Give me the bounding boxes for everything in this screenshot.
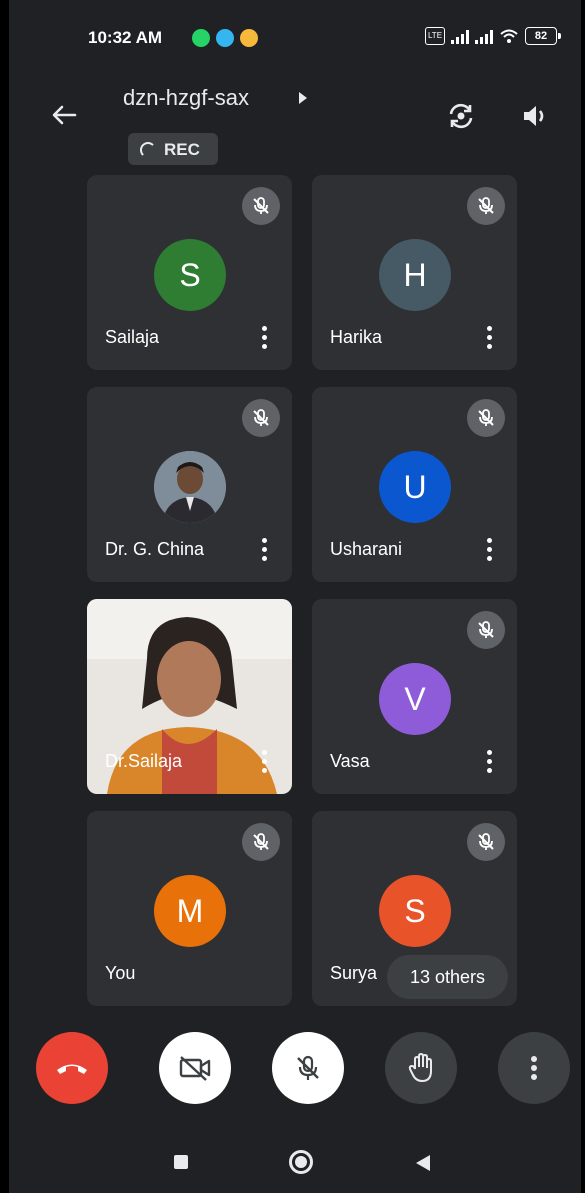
speaker-icon[interactable] (519, 100, 551, 132)
recording-badge: REC (128, 133, 218, 165)
mic-off-icon (242, 187, 280, 225)
participant-tile[interactable]: V Vasa (312, 599, 517, 794)
participant-name: Sailaja (105, 327, 160, 347)
more-options-button[interactable] (498, 1032, 570, 1104)
participant-name: You (105, 963, 136, 983)
participant-tile[interactable]: U Usharani (312, 387, 517, 582)
back-nav-button[interactable] (416, 1155, 430, 1171)
participant-photo (154, 451, 226, 523)
camera-toggle-button[interactable] (159, 1032, 231, 1104)
recording-label: REC (164, 140, 200, 159)
participant-tile[interactable]: Dr. G. China (87, 387, 292, 582)
participant-avatar: S (154, 239, 226, 311)
volte-icon: LTE (425, 27, 445, 45)
participant-avatar: M (154, 875, 226, 947)
wifi-icon (500, 29, 518, 43)
mic-off-icon (467, 399, 505, 437)
mic-off-icon (467, 611, 505, 649)
battery-icon: 82 (525, 27, 561, 45)
status-time: 10:32 AM (88, 28, 163, 47)
participant-name: Dr.Sailaja (105, 751, 183, 771)
participant-avatar: H (379, 239, 451, 311)
mic-off-icon (297, 1055, 319, 1080)
recording-spinner-icon (140, 142, 156, 158)
recents-nav-button[interactable] (174, 1155, 188, 1169)
mic-off-icon (467, 187, 505, 225)
raise-hand-button[interactable] (385, 1032, 457, 1104)
mic-off-icon (242, 399, 280, 437)
status-bar: 10:32 AM LTE 82 (9, 0, 581, 72)
mic-toggle-button[interactable] (272, 1032, 344, 1104)
participant-tile[interactable]: M You (87, 811, 292, 1006)
participant-name: Dr. G. China (105, 539, 205, 559)
more-vert-icon[interactable] (487, 326, 493, 350)
participant-name: Vasa (330, 751, 370, 771)
mic-off-icon (467, 823, 505, 861)
status-indicators: LTE 82 (425, 27, 561, 45)
back-arrow-icon[interactable] (49, 100, 79, 130)
more-vert-icon (531, 1056, 537, 1080)
switch-camera-icon[interactable] (445, 100, 477, 132)
more-vert-icon[interactable] (487, 750, 493, 774)
meet-screen: 10:32 AM LTE 82 dzn-hzgf-sax REC S Saila… (9, 0, 581, 1193)
more-vert-icon[interactable] (262, 750, 268, 774)
messages-icon (216, 29, 234, 47)
whatsapp-icon (192, 29, 210, 47)
meeting-code[interactable]: dzn-hzgf-sax (123, 85, 249, 111)
participant-tile[interactable]: S Sailaja (87, 175, 292, 370)
participant-name: Harika (330, 327, 383, 347)
participant-name: Surya (330, 963, 378, 983)
more-vert-icon[interactable] (262, 538, 268, 562)
home-nav-button[interactable] (289, 1150, 313, 1174)
more-vert-icon[interactable] (487, 538, 493, 562)
participant-avatar: V (379, 663, 451, 735)
participant-tile[interactable]: Dr.Sailaja (87, 599, 292, 794)
signal-icon-2 (475, 28, 493, 44)
mic-off-icon (242, 823, 280, 861)
camera-off-icon (179, 1056, 211, 1081)
more-vert-icon[interactable] (262, 326, 268, 350)
hang-up-icon (57, 1064, 87, 1074)
participant-avatar: S (379, 875, 451, 947)
hand-icon (408, 1053, 432, 1082)
others-chip[interactable]: 13 others (387, 955, 508, 999)
participant-name: Usharani (330, 539, 403, 559)
chevron-right-icon[interactable] (299, 92, 307, 104)
end-call-button[interactable] (36, 1032, 108, 1104)
signal-icon (451, 28, 469, 44)
mail-icon (240, 29, 258, 47)
participant-avatar: U (379, 451, 451, 523)
participant-tile[interactable]: H Harika (312, 175, 517, 370)
